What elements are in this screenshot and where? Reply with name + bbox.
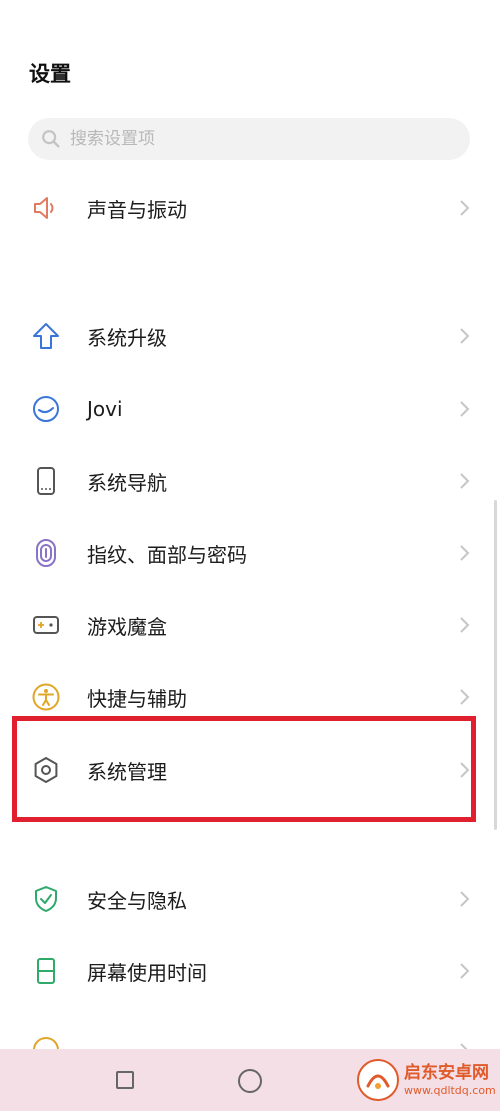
menu-item-navigation[interactable]: 系统导航 — [0, 451, 500, 511]
watermark-logo-icon — [357, 1059, 399, 1101]
menu-item-label: Jovi — [87, 397, 123, 421]
menu-item-sound[interactable]: 声音与振动 — [0, 178, 500, 238]
watermark: 启东安卓网 www.qdltdq.com — [356, 1052, 500, 1108]
speaker-icon — [31, 193, 61, 223]
partial-icon — [31, 1035, 61, 1049]
menu-item-label: 快捷与辅助 — [87, 686, 187, 711]
jovi-icon — [31, 394, 61, 424]
scrollbar[interactable] — [494, 500, 497, 830]
chevron-right-icon — [460, 328, 470, 344]
chevron-right-icon — [460, 689, 470, 705]
page-title: 设置 — [29, 62, 71, 86]
chevron-right-icon — [460, 545, 470, 561]
menu-item-label: 系统导航 — [87, 470, 167, 495]
gamepad-icon — [31, 610, 61, 640]
search-icon — [42, 130, 60, 148]
menu-item-screen-time[interactable]: 屏幕使用时间 — [0, 941, 500, 1001]
chevron-right-icon — [460, 617, 470, 633]
menu-item-label: 游戏魔盒 — [87, 614, 167, 639]
fingerprint-icon — [31, 538, 61, 568]
hourglass-icon — [31, 956, 61, 986]
upgrade-arrow-icon — [31, 321, 61, 351]
home-button[interactable] — [238, 1069, 262, 1093]
chevron-right-icon — [460, 401, 470, 417]
watermark-url: www.qdltdq.com — [404, 1083, 496, 1097]
menu-item-jovi[interactable]: Jovi — [0, 379, 500, 439]
menu-item-label: 指纹、面部与密码 — [87, 542, 247, 567]
watermark-title: 启东安卓网 — [404, 1062, 489, 1083]
menu-item-security-password[interactable]: 指纹、面部与密码 — [0, 523, 500, 583]
chevron-right-icon — [460, 200, 470, 216]
chevron-right-icon — [460, 891, 470, 907]
phone-icon — [31, 466, 61, 496]
menu-item-label: 系统升级 — [87, 325, 167, 350]
chevron-right-icon — [460, 1043, 468, 1049]
shield-check-icon — [31, 884, 61, 914]
chevron-right-icon — [460, 963, 470, 979]
menu-item-label: 安全与隐私 — [87, 888, 187, 913]
menu-item-label: 屏幕使用时间 — [87, 960, 207, 985]
menu-item-game-box[interactable]: 游戏魔盒 — [0, 595, 500, 655]
search-input[interactable] — [70, 129, 430, 149]
search-bar[interactable] — [28, 118, 470, 160]
recent-apps-button[interactable] — [116, 1071, 134, 1089]
accessibility-icon — [31, 682, 61, 712]
menu-item-system-update[interactable]: 系统升级 — [0, 306, 500, 366]
highlight-box — [12, 716, 476, 822]
menu-item-privacy[interactable]: 安全与隐私 — [0, 869, 500, 929]
chevron-right-icon — [460, 473, 470, 489]
menu-item-partial[interactable] — [0, 1031, 500, 1049]
menu-item-label: 声音与振动 — [87, 197, 187, 222]
